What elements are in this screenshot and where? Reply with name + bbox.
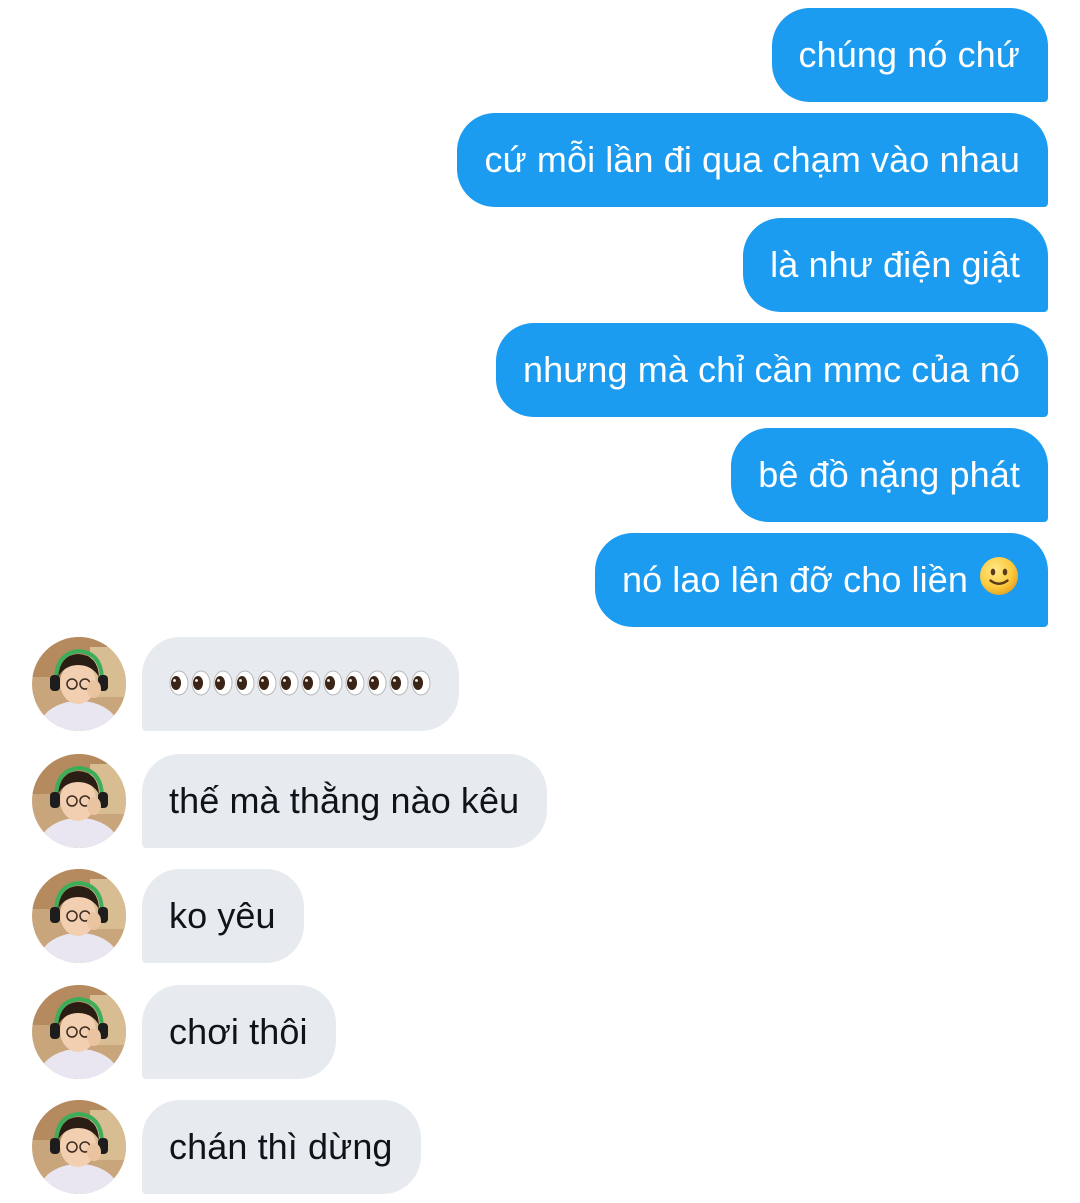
avatar[interactable] — [32, 754, 126, 848]
message-text: bê đồ nặng phát — [758, 454, 1020, 495]
incoming-bubble[interactable]: chán thì dừng — [142, 1100, 421, 1194]
message-text: nhưng mà chỉ cần mmc của nó — [522, 349, 1020, 390]
avatar[interactable] — [32, 869, 126, 963]
outgoing-bubble[interactable]: cứ mỗi lần đi qua chạm vào nhau — [457, 113, 1048, 207]
incoming-bubble[interactable]: thế mà thằng nào kêu — [142, 754, 548, 848]
eyes-icon — [323, 663, 343, 705]
eyes-icon — [411, 663, 431, 705]
eyes-icon — [367, 663, 387, 705]
message-text: cứ mỗi lần đi qua chạm vào nhau — [484, 139, 1020, 180]
eyes-icon — [345, 663, 365, 705]
incoming-bubble[interactable] — [142, 637, 459, 731]
message-text: chúng nó chứ — [798, 34, 1020, 75]
message-text: thế mà thằng nào kêu — [169, 780, 520, 821]
outgoing-bubble[interactable]: là như điện giật — [743, 218, 1048, 312]
avatar[interactable] — [32, 1100, 126, 1194]
eyes-icon — [191, 663, 211, 705]
message-text: chơi thôi — [169, 1011, 308, 1052]
message-text: nó lao lên đỡ cho liền — [621, 559, 968, 600]
outgoing-bubble[interactable]: nhưng mà chỉ cần mmc của nó — [495, 323, 1048, 417]
avatar[interactable] — [32, 985, 126, 1079]
eyes-icon — [301, 663, 321, 705]
message-text: là như điện giật — [770, 244, 1020, 285]
eyes-icon — [235, 663, 255, 705]
eyes-icon — [257, 663, 277, 705]
incoming-bubble[interactable]: ko yêu — [142, 869, 304, 963]
eyes-icon — [279, 663, 299, 705]
slightly-smiling-face-icon — [978, 555, 1020, 606]
outgoing-bubble[interactable]: chúng nó chứ — [771, 8, 1048, 102]
message-text: ko yêu — [169, 895, 276, 936]
eyes-emoji-sequence — [169, 663, 431, 705]
incoming-bubble[interactable]: chơi thôi — [142, 985, 336, 1079]
eyes-icon — [389, 663, 409, 705]
eyes-icon — [169, 663, 189, 705]
message-text: chán thì dừng — [169, 1126, 393, 1167]
outgoing-bubble[interactable]: nó lao lên đỡ cho liền — [594, 533, 1048, 627]
eyes-icon — [213, 663, 233, 705]
avatar[interactable] — [32, 637, 126, 731]
outgoing-bubble[interactable]: bê đồ nặng phát — [731, 428, 1048, 522]
